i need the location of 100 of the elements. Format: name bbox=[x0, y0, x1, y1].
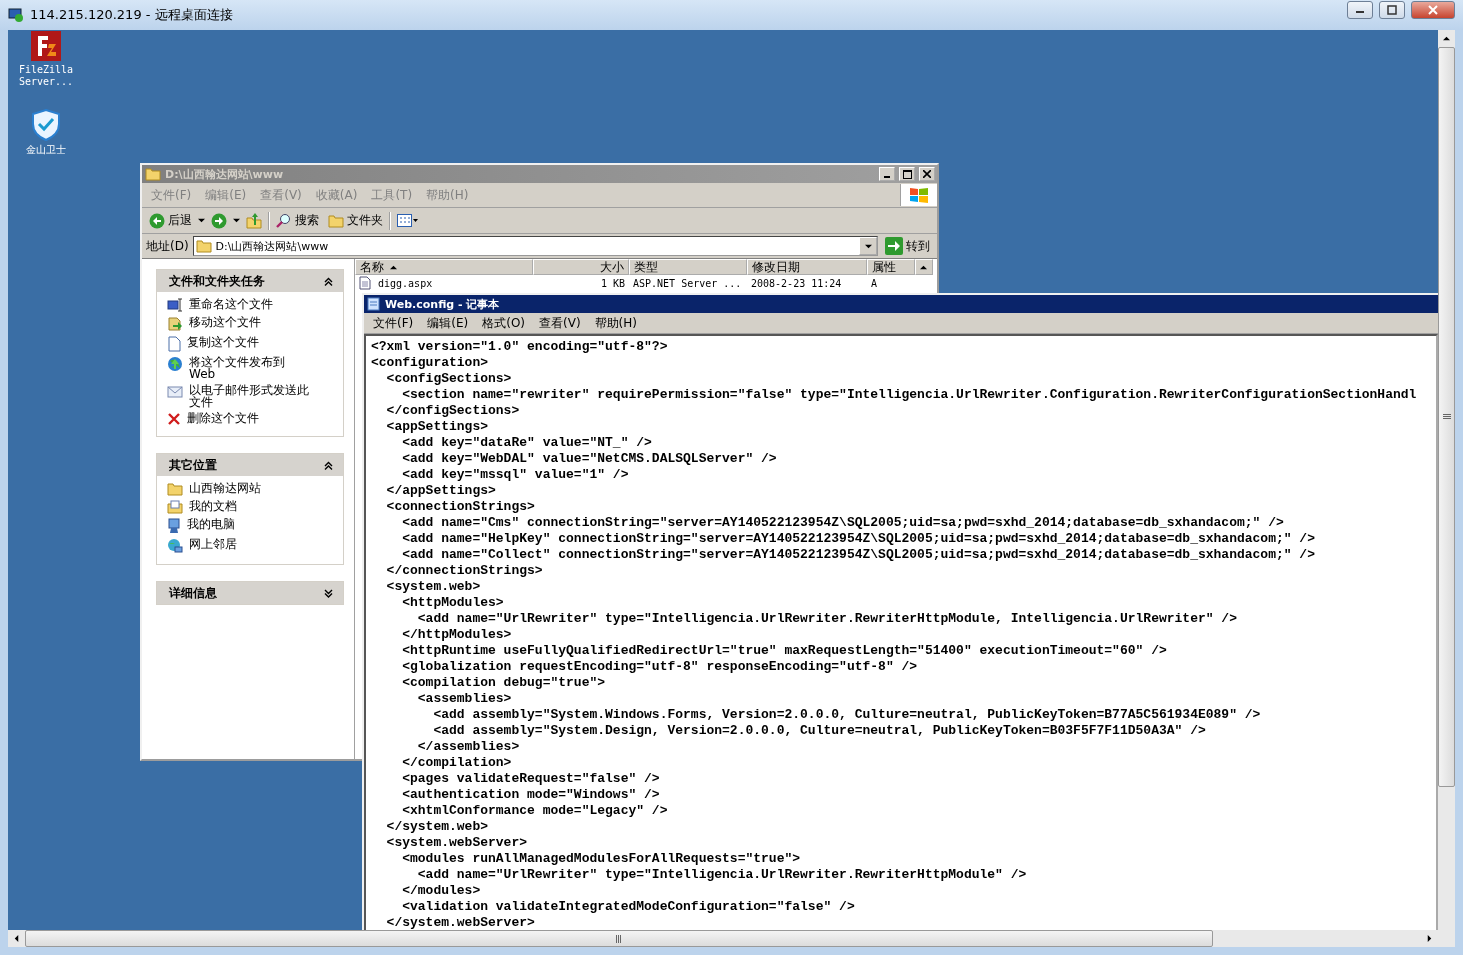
code-line: <configuration> bbox=[371, 355, 490, 371]
code-line: <httpModules> bbox=[401, 595, 505, 611]
folder-up-icon bbox=[246, 212, 262, 229]
document-icon bbox=[167, 336, 181, 352]
file-name[interactable]: digg.aspx bbox=[374, 277, 437, 289]
code-line: <appSettings> bbox=[385, 419, 490, 435]
scroll-thumb[interactable] bbox=[25, 930, 1213, 947]
code-line: <authentication mode="Windows" /> bbox=[401, 787, 661, 803]
collapse-chevron-icon[interactable] bbox=[324, 460, 333, 470]
code-line: <add key="dataRe" value="NT_" /> bbox=[401, 435, 653, 451]
desktop-shortcut[interactable]: 金山卫士 bbox=[11, 108, 81, 156]
column-header[interactable]: 修改日期 bbox=[747, 259, 867, 275]
table-cell-text: ASP.NET Server ... bbox=[632, 277, 743, 289]
globe-icon bbox=[167, 356, 183, 372]
documents-folder-icon bbox=[167, 500, 183, 514]
folder-icon bbox=[328, 213, 344, 228]
caret-icon bbox=[233, 217, 240, 224]
move-icon bbox=[167, 316, 183, 332]
dropdown-button[interactable] bbox=[859, 237, 877, 255]
expand-chevron-icon[interactable] bbox=[324, 588, 333, 598]
desktop-shortcut[interactable]: FileZilla Server... bbox=[11, 30, 81, 88]
back-button[interactable]: 后退 bbox=[146, 209, 195, 232]
code-line: <xhtmlConformance mode="Legacy" /> bbox=[401, 803, 669, 819]
app-icon bbox=[30, 30, 62, 62]
code-line: <add name="UrlRewriter" type="Intelligencia.UrlRewriter.RewriterHttpModule, Intelligencia.UrlRewriter" /> bbox=[416, 611, 1238, 627]
task-link[interactable]: 山西翰达网站 bbox=[167, 482, 333, 496]
delete-icon bbox=[167, 412, 181, 426]
task-link[interactable]: 网上邻居 bbox=[167, 538, 333, 554]
task-link[interactable]: 删除这个文件 bbox=[167, 412, 333, 426]
views-icon bbox=[397, 213, 419, 228]
table-cell-text: A bbox=[870, 277, 879, 289]
task-link[interactable]: 我的文档 bbox=[167, 500, 333, 514]
window-title: 114.215.120.219 - 远程桌面连接 bbox=[30, 6, 234, 24]
caret-icon bbox=[198, 217, 205, 224]
file-icon bbox=[359, 276, 371, 290]
task-link[interactable]: 以电子邮件形式发送此文件 bbox=[167, 384, 333, 408]
folder-icon bbox=[145, 167, 161, 181]
code-line: <compilation debug="true"> bbox=[401, 675, 607, 691]
code-line: </connectionStrings> bbox=[385, 563, 544, 579]
code-line: </compilation> bbox=[401, 755, 513, 771]
folders-button[interactable]: 文件夹 bbox=[325, 209, 386, 232]
vertical-scrollbar[interactable] bbox=[1438, 30, 1455, 930]
task-link[interactable]: 重命名这个文件 bbox=[167, 298, 333, 312]
menu-item[interactable]: 帮助(H) bbox=[588, 314, 643, 332]
task-link[interactable]: 将这个文件发布到 Web bbox=[167, 356, 333, 380]
task-link[interactable]: 复制这个文件 bbox=[167, 336, 333, 352]
search-button[interactable]: 搜索 bbox=[273, 209, 322, 232]
panel-title: 详细信息 bbox=[169, 584, 217, 602]
panel-title: 其它位置 bbox=[169, 456, 217, 474]
code-line: <add name="Collect" connectionString="server=AY140522123954Z\SQL2005;uid=sa;pwd=sxhd_2014;database=db_sxhandacom;" /> bbox=[401, 547, 1316, 563]
code-line: <system.web> bbox=[385, 579, 482, 595]
menu-item[interactable]: 文件(F) bbox=[367, 314, 420, 332]
rename-icon bbox=[167, 298, 183, 312]
window-title: D:\山西翰达网站\www bbox=[165, 166, 285, 182]
menu-item[interactable]: 格式(O) bbox=[476, 314, 532, 332]
right-arrow-icon bbox=[1426, 935, 1433, 942]
task-link[interactable]: 移动这个文件 bbox=[167, 316, 333, 332]
column-header[interactable]: 名称 bbox=[355, 259, 533, 275]
collapse-chevron-icon[interactable] bbox=[324, 276, 333, 286]
task-link[interactable]: 我的电脑 bbox=[167, 518, 333, 534]
code-line: </httpModules> bbox=[401, 627, 513, 643]
minimize-button[interactable] bbox=[1347, 1, 1373, 19]
code-line: <add name="HelpKey" connectionString="server=AY140522123954Z\SQL2005;uid=sa;pwd=sxhd_2014;database=db_sxhandacom;" /> bbox=[401, 531, 1316, 547]
code-line: <globalization requestEncoding="utf-8" responseEncoding="utf-8" /> bbox=[401, 659, 919, 675]
column-header[interactable]: 大小 bbox=[533, 259, 629, 275]
code-line: <system.webServer> bbox=[385, 835, 529, 851]
code-line: <add name="Cms" connectionString="server=AY140522123954Z\SQL2005;uid=sa;pwd=sxhd_2014;database=db_sxhandacom;" /> bbox=[401, 515, 1285, 531]
horizontal-scrollbar[interactable] bbox=[8, 930, 1438, 947]
code-line: <add name="UrlRewriter" type="Intelligencia.UrlRewriter.RewriterHttpModule" /> bbox=[416, 867, 1028, 883]
code-line: </appSettings> bbox=[385, 483, 497, 499]
caret-icon bbox=[864, 242, 872, 250]
code-line: <assemblies> bbox=[416, 691, 513, 707]
menu-item[interactable]: 编辑(E) bbox=[421, 314, 475, 332]
code-line: <modules runAllManagedModulesForAllRequests="true"> bbox=[401, 851, 802, 867]
address-field[interactable]: D:\山西翰达网站\www bbox=[192, 236, 878, 256]
notepad-icon bbox=[367, 297, 381, 311]
code-line: <add assembly="System.Design, Version=2.0.0.0, Culture=neutral, PublicKeyToken=B03F5F7F11D50A3A" /> bbox=[432, 723, 1207, 739]
code-line: </modules> bbox=[401, 883, 482, 899]
window-title: Web.config - 记事本 bbox=[385, 296, 501, 312]
code-line: <validation validateIntegratedModeConfiguration="false" /> bbox=[401, 899, 856, 915]
code-line: </configSections> bbox=[385, 403, 521, 419]
column-header[interactable]: 类型 bbox=[629, 259, 747, 275]
scroll-thumb[interactable] bbox=[1438, 47, 1455, 787]
maximize-icon bbox=[902, 169, 912, 179]
code-line: </system.web> bbox=[385, 819, 490, 835]
code-line: </assemblies> bbox=[416, 739, 521, 755]
code-line: <add key="WebDAL" value="NetCMS.DALSQLServer" /> bbox=[401, 451, 778, 467]
column-header[interactable]: 属性 bbox=[867, 259, 915, 275]
go-button[interactable]: 转到 bbox=[882, 235, 933, 257]
code-line: <?xml version="1.0" encoding="utf-8"?> bbox=[371, 339, 669, 355]
scroll-up-button[interactable] bbox=[915, 259, 933, 275]
panel-title: 文件和文件夹任务 bbox=[169, 272, 265, 290]
code-line: <httpRuntime useFullyQualifiedRedirectUrl="true" maxRequestLength="51400" executionTimeout="60" /> bbox=[401, 643, 1168, 659]
menu-item[interactable]: 查看(V) bbox=[533, 314, 587, 332]
shield-icon bbox=[29, 108, 63, 142]
maximize-icon bbox=[1387, 5, 1397, 15]
code-line: </system.webServer> bbox=[385, 915, 536, 930]
table-cell-text: 2008-2-23 11:24 bbox=[750, 277, 843, 289]
network-icon bbox=[167, 538, 183, 554]
folder-icon bbox=[195, 239, 212, 253]
